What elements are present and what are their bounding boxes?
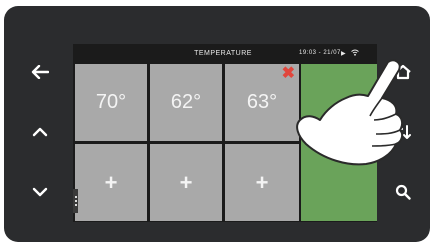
scroll-handle[interactable] (73, 189, 78, 213)
back-arrow-icon (31, 65, 49, 79)
scroll-down-button[interactable] (26, 178, 54, 206)
chevron-down-icon (32, 187, 48, 197)
search-button[interactable] (389, 178, 417, 206)
back-button[interactable] (26, 58, 54, 86)
chevron-up-icon (32, 127, 48, 137)
screen-title: TEMPERATURE (194, 50, 252, 57)
scroll-up-button[interactable] (26, 118, 54, 146)
device-bezel: TEMPERATURE 19:03 - 21/07 ▶ 70° 62° 63° … (4, 6, 430, 242)
temperature-tile[interactable]: 70° (75, 64, 147, 141)
plus-icon: + (179, 169, 193, 195)
add-tile-button[interactable]: + (75, 144, 147, 221)
add-tile-button[interactable]: + (150, 144, 222, 221)
temperature-value: 70° (95, 91, 127, 113)
plus-icon: + (255, 169, 269, 195)
plus-icon: + (104, 169, 118, 195)
pointing-hand-icon (296, 59, 404, 166)
search-icon (395, 184, 411, 200)
temperature-value: 63° (246, 91, 278, 113)
temperature-tile[interactable]: 62° (150, 64, 222, 141)
temperature-value: 62° (170, 91, 202, 113)
